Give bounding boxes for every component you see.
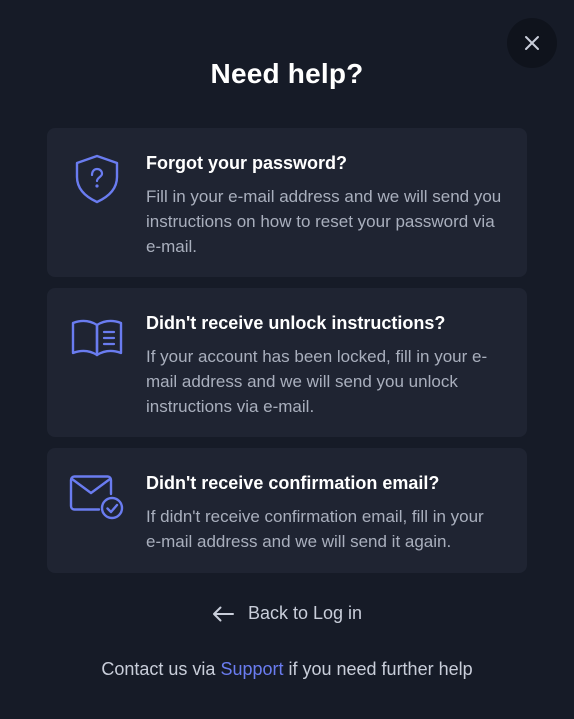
forgot-password-option[interactable]: Forgot your password? Fill in your e-mai… (47, 128, 527, 277)
dialog-title: Need help? (210, 58, 364, 89)
footer-help-text: Contact us via Support if you need furth… (0, 659, 574, 680)
option-description: Fill in your e-mail address and we will … (146, 187, 502, 256)
open-book-icon (69, 310, 125, 366)
confirmation-email-option[interactable]: Didn't receive confirmation email? If di… (47, 448, 527, 573)
back-to-login-link[interactable]: Back to Log in (0, 603, 574, 624)
option-description: If didn't receive confirmation email, fi… (146, 507, 484, 551)
back-link-label: Back to Log in (247, 603, 363, 623)
shield-question-icon (69, 150, 125, 206)
unlock-instructions-option[interactable]: Didn't receive unlock instructions? If y… (47, 288, 527, 437)
mail-check-icon (69, 470, 125, 526)
arrow-left-icon (212, 606, 234, 621)
option-heading: Forgot your password? (146, 153, 348, 173)
option-heading: Didn't receive unlock instructions? (146, 313, 446, 333)
option-description: If your account has been locked, fill in… (146, 347, 488, 416)
footer-prefix: Contact us via (101, 659, 221, 679)
option-heading: Didn't receive confirmation email? (146, 473, 440, 493)
footer-suffix: if you need further help (283, 659, 473, 679)
support-link[interactable]: Support (220, 659, 283, 679)
close-icon (525, 36, 539, 50)
